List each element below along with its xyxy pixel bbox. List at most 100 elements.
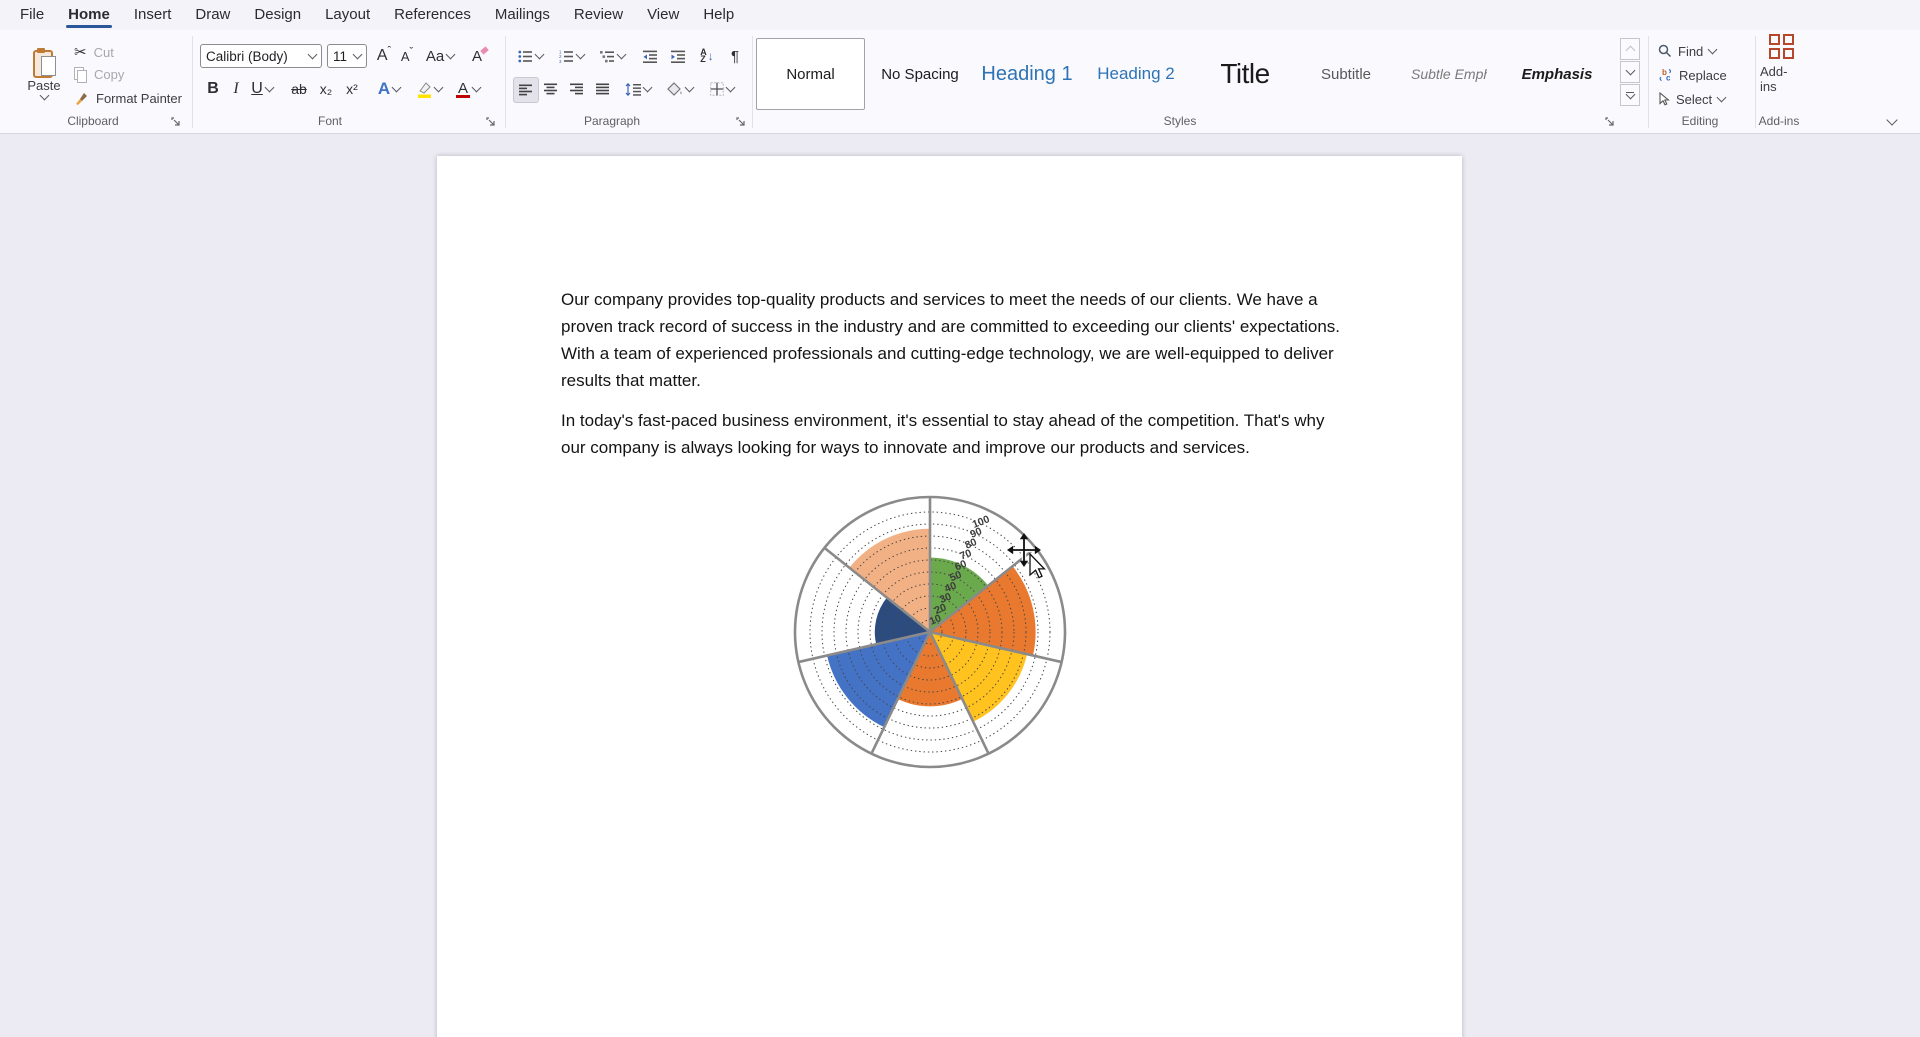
grow-font-button[interactable]: Aˆ xyxy=(372,44,396,68)
shading-button[interactable] xyxy=(662,77,698,101)
group-separator xyxy=(752,36,753,128)
polar-chart-object[interactable]: 102030405060708090100 xyxy=(780,482,1080,782)
multilevel-list-button[interactable] xyxy=(595,44,629,68)
group-separator xyxy=(192,36,193,128)
align-center-icon xyxy=(544,83,558,95)
show-formatting-marks-button[interactable]: ¶ xyxy=(724,44,746,68)
paragraph[interactable]: Our company provides top-quality product… xyxy=(561,286,1351,394)
menu-bar: File Home Insert Draw Design Layout Refe… xyxy=(8,0,746,30)
font-family-combobox[interactable]: Calibri (Body) xyxy=(200,44,322,68)
bullet-list-button[interactable] xyxy=(513,44,547,68)
clipboard-group-label: Clipboard xyxy=(48,114,138,128)
paste-button[interactable]: Paste xyxy=(24,36,64,110)
borders-button[interactable] xyxy=(704,77,740,101)
addins-group-label: Add-ins xyxy=(1744,114,1814,128)
numbered-list-button[interactable]: 1 2 3 xyxy=(554,44,588,68)
paragraph[interactable]: In today's fast-paced business environme… xyxy=(561,407,1351,461)
styles-gallery-scroll-down-button[interactable] xyxy=(1620,61,1640,83)
style-heading-1[interactable]: Heading 1 xyxy=(976,38,1078,110)
align-left-button[interactable] xyxy=(513,77,539,103)
chevron-down-icon xyxy=(446,50,456,60)
style-no-spacing[interactable]: No Spacing xyxy=(868,38,972,110)
collapse-ribbon-button[interactable] xyxy=(1880,112,1904,130)
chevron-down-icon xyxy=(392,83,402,93)
font-size-combobox[interactable]: 11 xyxy=(327,44,367,68)
paragraph-dialog-launcher-icon[interactable] xyxy=(735,116,747,128)
decrease-indent-button[interactable] xyxy=(638,44,662,68)
menu-tab-help[interactable]: Help xyxy=(691,0,746,30)
style-heading-2[interactable]: Heading 2 xyxy=(1085,38,1187,110)
align-right-button[interactable] xyxy=(565,77,589,101)
text-effects-button[interactable]: A xyxy=(374,76,404,102)
menu-tab-review[interactable]: Review xyxy=(562,0,635,30)
font-color-button[interactable]: A xyxy=(452,76,484,102)
menu-tab-design[interactable]: Design xyxy=(242,0,313,30)
copy-button[interactable]: Copy xyxy=(74,64,124,84)
increase-indent-button[interactable] xyxy=(666,44,690,68)
group-separator xyxy=(505,36,506,128)
menu-tab-references[interactable]: References xyxy=(382,0,483,30)
addins-button[interactable]: Add-ins xyxy=(1760,38,1802,90)
superscript-button[interactable]: x² xyxy=(340,76,364,102)
cut-button[interactable]: ✂ Cut xyxy=(74,42,114,62)
chevron-down-icon xyxy=(643,83,653,93)
font-family-value: Calibri (Body) xyxy=(206,49,288,64)
chevron-down-icon xyxy=(433,83,443,93)
multilevel-list-icon xyxy=(600,50,615,63)
chevron-down-icon xyxy=(616,50,626,60)
scissors-icon: ✂ xyxy=(74,43,87,61)
group-separator xyxy=(1648,36,1649,128)
sort-button[interactable]: AZ ↓ xyxy=(694,44,720,68)
style-title[interactable]: Title xyxy=(1194,38,1296,110)
style-subtle-emphasis[interactable]: Subtle Emphasis xyxy=(1411,38,1487,110)
font-color-icon: A xyxy=(456,80,470,98)
menu-tab-mailings[interactable]: Mailings xyxy=(483,0,562,30)
clear-formatting-button[interactable]: A xyxy=(464,44,490,68)
styles-gallery-scroll-up-button[interactable] xyxy=(1620,38,1640,60)
find-button[interactable]: Find xyxy=(1658,40,1716,62)
line-spacing-icon xyxy=(625,83,641,96)
select-button[interactable]: Select xyxy=(1658,88,1725,110)
document-page[interactable]: Our company provides top-quality product… xyxy=(437,156,1462,1037)
italic-button[interactable]: I xyxy=(226,76,246,102)
document-body-text: Our company provides top-quality product… xyxy=(561,286,1351,474)
format-painter-button[interactable]: Format Painter xyxy=(74,88,182,108)
replace-label: Replace xyxy=(1679,68,1727,83)
styles-dialog-launcher-icon[interactable] xyxy=(1604,116,1616,128)
menu-tab-insert[interactable]: Insert xyxy=(122,0,184,30)
text-highlight-button[interactable] xyxy=(412,76,446,102)
bold-button[interactable]: B xyxy=(202,76,224,102)
clipboard-dialog-launcher-icon[interactable] xyxy=(170,116,182,128)
strikethrough-button[interactable]: ab xyxy=(286,76,312,102)
menu-tab-file[interactable]: File xyxy=(8,0,56,30)
font-dialog-launcher-icon[interactable] xyxy=(485,116,497,128)
underline-button[interactable]: U xyxy=(246,76,278,102)
align-center-button[interactable] xyxy=(539,77,563,101)
style-emphasis[interactable]: Emphasis xyxy=(1505,38,1609,110)
polar-chart-svg: 102030405060708090100 xyxy=(780,482,1080,782)
menu-tab-draw[interactable]: Draw xyxy=(183,0,242,30)
style-normal[interactable]: Normal xyxy=(756,38,865,110)
align-left-icon xyxy=(519,84,533,96)
menu-tab-home[interactable]: Home xyxy=(56,0,122,30)
chevron-down-icon xyxy=(264,83,274,93)
styles-gallery-more-button[interactable] xyxy=(1620,84,1640,106)
svg-text:100: 100 xyxy=(971,513,992,531)
subscript-button[interactable]: x₂ xyxy=(314,76,338,102)
replace-icon: b c xyxy=(1658,68,1673,82)
shrink-font-button[interactable]: Aˇ xyxy=(396,44,418,68)
justify-button[interactable] xyxy=(591,77,615,101)
chevron-down-icon xyxy=(1717,93,1727,103)
style-subtitle[interactable]: Subtitle xyxy=(1295,38,1397,110)
menu-tab-layout[interactable]: Layout xyxy=(313,0,382,30)
decrease-indent-icon xyxy=(643,50,658,63)
menu-tab-view[interactable]: View xyxy=(635,0,691,30)
addins-button-label: Add-ins xyxy=(1760,64,1802,94)
line-spacing-button[interactable] xyxy=(621,77,655,101)
change-case-button[interactable]: Aa xyxy=(424,44,456,68)
bullet-list-icon xyxy=(518,50,533,63)
document-canvas: Our company provides top-quality product… xyxy=(0,134,1920,1037)
replace-button[interactable]: b c Replace xyxy=(1658,64,1727,86)
paragraph-group-label: Paragraph xyxy=(570,114,654,128)
align-right-icon xyxy=(570,83,584,95)
